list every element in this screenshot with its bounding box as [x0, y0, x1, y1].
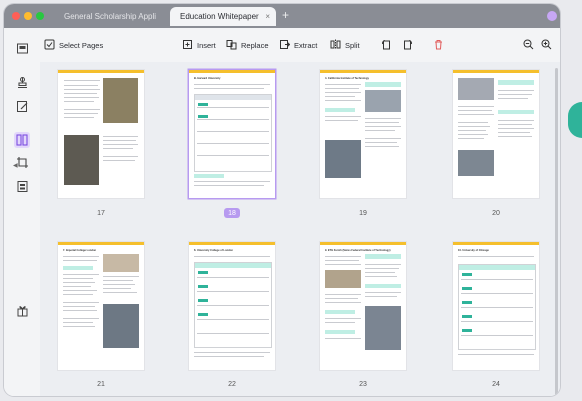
app-window: General Scholarship Appli Education Whit… — [4, 4, 560, 396]
rotate-left-icon — [380, 39, 391, 52]
page-thumbnail-20[interactable] — [453, 70, 539, 198]
gift-icon[interactable] — [16, 304, 29, 317]
page-heading: B. Harvard University — [194, 77, 221, 80]
page-header-bar — [453, 242, 539, 245]
page-heading: 4. California Institute of Technology — [325, 77, 369, 80]
insert-button[interactable]: Insert — [182, 39, 216, 52]
split-icon — [330, 39, 341, 52]
meeting-photo — [458, 78, 494, 100]
split-label: Split — [345, 41, 360, 50]
close-window-button[interactable] — [12, 12, 20, 20]
page-thumbnail-24[interactable]: 10. University of Chicago — [453, 242, 539, 370]
insert-label: Insert — [197, 41, 216, 50]
title-bar: General Scholarship Appli Education Whit… — [4, 4, 560, 28]
page-thumbnail-19[interactable]: 4. California Institute of Technology — [320, 70, 406, 198]
page-number: 19 — [359, 210, 367, 217]
delete-button[interactable] — [433, 39, 444, 52]
page-number: 17 — [97, 210, 105, 217]
new-tab-button[interactable]: + — [282, 8, 289, 22]
page-thumbnail-21[interactable]: 7. Imperial College London — [58, 242, 144, 370]
building-photo — [103, 78, 138, 123]
page-number: 20 — [492, 210, 500, 217]
insert-icon — [182, 39, 193, 52]
replace-icon — [226, 39, 237, 52]
laptop-photo — [325, 140, 361, 178]
group-work-photo — [103, 304, 139, 348]
page-number: 24 — [492, 381, 500, 388]
zoom-out-icon — [523, 39, 534, 52]
page-heading: 10. University of Chicago — [458, 249, 489, 252]
data-table — [194, 94, 272, 172]
toolbar: Select Pages Insert Replace Extract Spli… — [40, 28, 560, 62]
select-pages-label: Select Pages — [59, 41, 104, 50]
page-thumbnail-18[interactable]: B. Harvard University — [189, 70, 275, 198]
page-header-bar — [189, 70, 275, 73]
minimize-window-button[interactable] — [24, 12, 32, 20]
study-photo — [458, 150, 494, 176]
page-number: 22 — [228, 381, 236, 388]
page-heading: 8. University College of London — [194, 249, 233, 252]
tab-label: General Scholarship Appli — [64, 12, 157, 21]
extract-button[interactable]: Extract — [279, 39, 317, 52]
city-photo — [325, 270, 361, 288]
side-assistant-tab[interactable] — [568, 102, 582, 138]
select-pages-button[interactable]: Select Pages — [44, 39, 103, 52]
page-heading: 7. Imperial College London — [63, 249, 97, 252]
campus-photo — [103, 254, 139, 272]
page-header-bar — [320, 242, 406, 245]
page-number: 23 — [359, 381, 367, 388]
edit-text-icon[interactable] — [16, 100, 29, 113]
page-thumbnail-17[interactable] — [58, 70, 144, 198]
page-header-bar — [58, 242, 144, 245]
close-tab-icon[interactable]: × — [265, 7, 270, 26]
rotate-right-icon — [403, 39, 414, 52]
page-heading: 9. ETH Zurich (Swiss Federal Institute o… — [325, 249, 391, 252]
page-header-bar — [453, 70, 539, 73]
extract-label: Extract — [294, 41, 318, 50]
page-header-bar — [189, 242, 275, 245]
classroom-photo — [365, 90, 401, 112]
organize-pages-icon[interactable] — [14, 132, 30, 148]
extract-icon — [279, 39, 291, 52]
trash-icon — [433, 39, 444, 52]
page-thumbnail-22[interactable]: 8. University College of London — [189, 242, 275, 370]
tab-label: Education Whitepaper — [180, 12, 259, 21]
data-table — [194, 262, 272, 348]
tab-general-scholarship[interactable]: General Scholarship Appli — [54, 7, 166, 26]
form-icon[interactable] — [16, 180, 29, 193]
maximize-window-button[interactable] — [36, 12, 44, 20]
zoom-out-button[interactable] — [523, 39, 534, 52]
page-thumbnail-23[interactable]: 9. ETH Zurich (Swiss Federal Institute o… — [320, 242, 406, 370]
zoom-in-button[interactable] — [541, 39, 552, 52]
split-button[interactable]: Split — [330, 39, 360, 52]
replace-button[interactable]: Replace — [226, 39, 269, 52]
thumbnail-view-icon[interactable] — [16, 42, 29, 55]
select-pages-icon — [44, 39, 55, 52]
tab-education-whitepaper[interactable]: Education Whitepaper × — [170, 7, 276, 26]
lecture-photo — [365, 306, 401, 350]
page-header-bar — [320, 70, 406, 73]
avatar[interactable] — [547, 11, 557, 21]
students-photo — [64, 135, 99, 185]
page-grid: 17 B. Harvard University 18 4. Californi… — [40, 62, 560, 396]
page-header-bar — [58, 70, 144, 73]
collapse-sidebar-icon[interactable]: ◀ — [13, 162, 18, 169]
page-number: 18 — [228, 210, 236, 217]
rotate-left-button[interactable] — [380, 39, 391, 52]
data-table — [458, 264, 536, 350]
vertical-scrollbar[interactable] — [555, 68, 558, 396]
left-sidebar: ◀ — [4, 28, 41, 396]
rotate-right-button[interactable] — [403, 39, 414, 52]
page-number: 21 — [97, 381, 105, 388]
replace-label: Replace — [241, 41, 269, 50]
zoom-in-icon — [541, 39, 552, 52]
stamp-icon[interactable] — [16, 76, 29, 89]
